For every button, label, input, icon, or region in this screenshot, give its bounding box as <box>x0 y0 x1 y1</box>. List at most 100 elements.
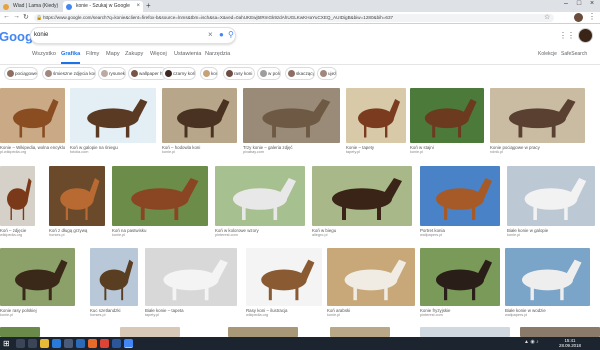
browser-tab-1[interactable]: Wiad | Lama (Kiedy) × <box>0 1 70 12</box>
related-chip[interactable]: śmieszne zdjęcia konie <box>42 67 96 80</box>
account-avatar[interactable] <box>578 28 593 43</box>
tab-more[interactable]: Więcej <box>150 51 167 57</box>
image-result[interactable] <box>112 166 208 226</box>
image-result[interactable] <box>246 248 322 306</box>
profile-icon[interactable] <box>574 13 583 22</box>
image-result[interactable] <box>90 248 138 306</box>
image-result[interactable] <box>490 88 585 143</box>
chip-thumbnail <box>203 70 210 77</box>
tab-tools[interactable]: Narzędzia <box>205 51 230 57</box>
tab-images[interactable]: Grafika <box>61 51 81 64</box>
horse-photo <box>424 99 477 138</box>
mail-icon[interactable] <box>76 339 85 348</box>
url-text: https://www.google.com/search?q=konie&cl… <box>43 15 394 20</box>
clear-icon[interactable]: × <box>208 30 213 39</box>
image-result[interactable] <box>327 248 415 306</box>
image-result[interactable] <box>520 327 600 337</box>
image-result[interactable] <box>0 248 75 306</box>
tab-all[interactable]: Wszystko <box>32 51 56 57</box>
close-window-icon[interactable]: × <box>586 0 598 7</box>
browser-tab-2[interactable]: konie - Szukaj w Google × <box>63 1 143 12</box>
search-input[interactable]: konie <box>34 32 48 38</box>
related-chip[interactable]: pociągowe <box>4 67 38 80</box>
image-source: horses.pl <box>49 233 65 237</box>
horse-photo <box>7 178 32 220</box>
related-chip[interactable]: konik <box>200 67 218 80</box>
image-result[interactable] <box>312 166 412 226</box>
related-chip[interactable]: ujeżdżenie <box>317 67 337 80</box>
firefox-icon[interactable] <box>88 339 97 348</box>
system-tray-icons[interactable]: ▲ ◉ ♪ <box>524 339 539 345</box>
search-box[interactable]: konie × ● ⚲ <box>30 27 236 44</box>
related-chip[interactable]: w polu <box>257 67 281 80</box>
image-source: konie.pl <box>507 233 521 237</box>
minimize-icon[interactable]: – <box>560 0 572 7</box>
image-source: pinterest.com <box>420 313 443 317</box>
bookmark-star-icon[interactable]: ☆ <box>544 13 550 21</box>
image-result[interactable] <box>0 88 65 143</box>
search-taskbar-icon[interactable] <box>16 339 25 348</box>
image-result[interactable] <box>0 327 40 337</box>
related-chips: pociągowe śmieszne zdjęcia konie rysunek wa… <box>0 67 600 81</box>
tab-maps[interactable]: Mapy <box>106 51 120 57</box>
tab-videos[interactable]: Filmy <box>86 51 99 57</box>
forward-icon[interactable]: → <box>13 13 20 20</box>
image-result[interactable] <box>162 88 237 143</box>
chip-label: konik <box>211 71 217 76</box>
chrome-icon[interactable] <box>100 339 109 348</box>
tab-settings[interactable]: Ustawienia <box>174 51 201 57</box>
image-result[interactable] <box>505 248 590 306</box>
taskbar-clock[interactable]: 15:41 28.09.2018 <box>559 338 581 348</box>
tab-title: konie - Szukaj w Google <box>76 3 130 9</box>
image-source: tapety.pl <box>346 150 361 154</box>
image-result[interactable] <box>346 88 406 143</box>
url-bar[interactable]: 🔒 https://www.google.com/search?q=konie&… <box>34 14 554 22</box>
windows-start-icon[interactable]: ⊞ <box>3 339 10 348</box>
image-result[interactable] <box>420 166 500 226</box>
tab-title: Wiad | Lama (Kiedy) <box>13 3 59 9</box>
chip-label: w polu <box>268 71 281 76</box>
image-result[interactable] <box>145 248 237 306</box>
image-result[interactable] <box>215 166 305 226</box>
search-icon[interactable]: ⚲ <box>228 30 234 39</box>
new-tab-icon[interactable]: + <box>146 1 151 10</box>
collections-link[interactable]: Kolekcje <box>538 51 557 57</box>
image-result[interactable] <box>330 327 390 337</box>
horse-photo <box>344 259 407 301</box>
image-result[interactable] <box>70 88 156 143</box>
related-chip[interactable]: skaczący <box>285 67 315 80</box>
microphone-icon[interactable]: ● <box>219 30 224 39</box>
tab-close-icon[interactable]: × <box>136 1 140 12</box>
apps-grid-icon[interactable]: ⋮⋮ <box>559 31 575 40</box>
chrome-active-icon[interactable] <box>124 339 133 348</box>
back-icon[interactable]: ← <box>3 13 10 20</box>
reload-icon[interactable]: ↻ <box>23 13 29 21</box>
maximize-icon[interactable]: □ <box>573 0 585 7</box>
image-result[interactable] <box>507 166 595 226</box>
image-result[interactable] <box>228 327 298 337</box>
task-view-icon[interactable] <box>28 339 37 348</box>
tab-shopping[interactable]: Zakupy <box>125 51 143 57</box>
store-icon[interactable] <box>64 339 73 348</box>
chip-thumbnail <box>131 70 138 77</box>
browser-toolbar: ← → ↻ 🔒 https://www.google.com/search?q=… <box>0 12 600 24</box>
image-source: wikipedia.org <box>0 233 23 237</box>
related-chip[interactable]: czarny koń <box>162 67 196 80</box>
image-result[interactable] <box>0 166 35 226</box>
browser-menu-icon[interactable]: ⋮ <box>588 12 596 21</box>
file-explorer-icon[interactable] <box>40 339 49 348</box>
image-result[interactable] <box>420 327 510 337</box>
horse-photo <box>332 178 402 220</box>
chip-thumbnail <box>165 70 172 77</box>
image-result[interactable] <box>410 88 484 143</box>
edge-icon[interactable] <box>52 339 61 348</box>
horse-photo <box>509 99 576 138</box>
related-chip[interactable]: rysunek <box>98 67 126 80</box>
safesearch-link[interactable]: SafeSearch <box>561 51 587 57</box>
image-result[interactable] <box>49 166 105 226</box>
word-icon[interactable] <box>112 339 121 348</box>
image-result[interactable] <box>420 248 500 306</box>
image-result[interactable] <box>243 88 340 143</box>
image-result[interactable] <box>120 327 180 337</box>
related-chip[interactable]: rasy koni <box>223 67 255 80</box>
